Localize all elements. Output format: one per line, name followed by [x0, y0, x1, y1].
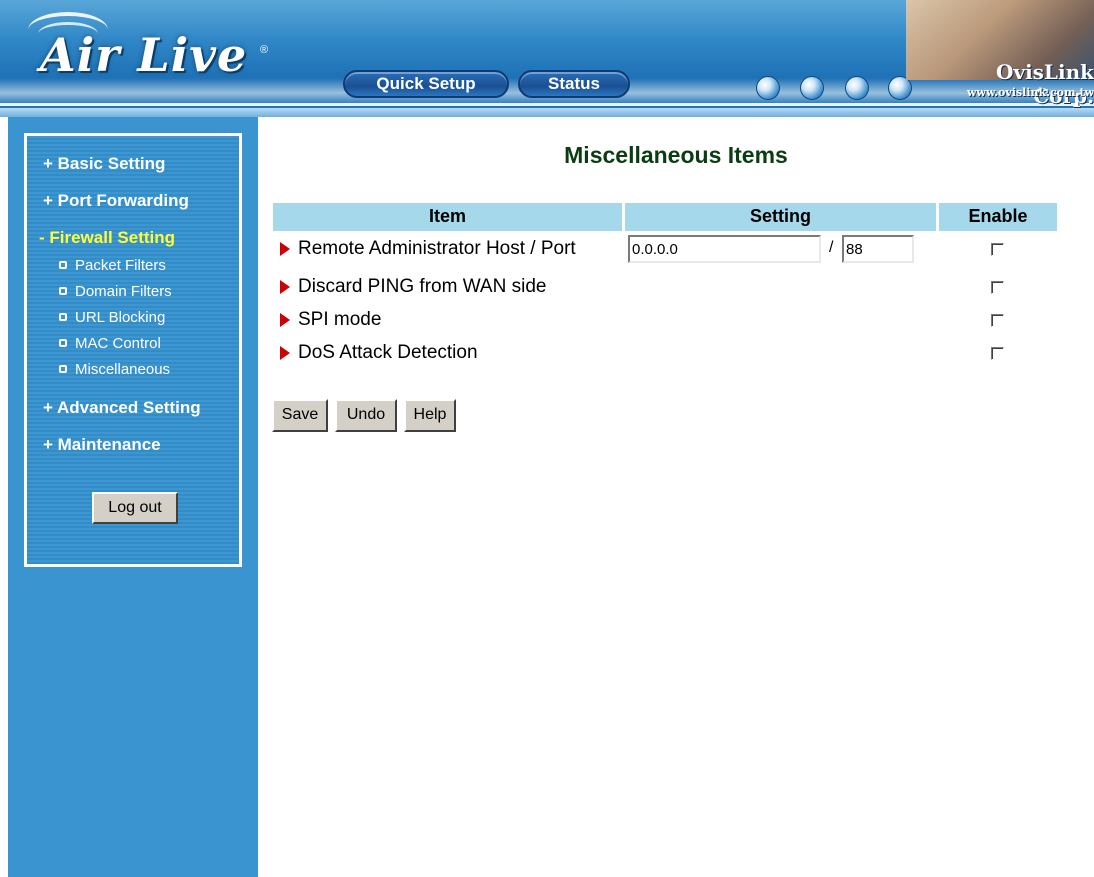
- bullet-icon: [59, 365, 67, 373]
- arrow-right-icon: [280, 242, 290, 256]
- help-button[interactable]: Help: [404, 399, 456, 432]
- table-row-spi-mode: SPI mode: [273, 306, 1057, 336]
- column-header-item: Item: [273, 203, 622, 231]
- bullet-icon: [59, 313, 67, 321]
- save-button[interactable]: Save: [272, 399, 328, 432]
- enable-discard-ping-checkbox[interactable]: [991, 281, 1004, 294]
- sidebar-subitem-label: MAC Control: [75, 335, 161, 352]
- sidebar-subitem-packet-filters[interactable]: Packet Filters: [59, 257, 166, 274]
- enable-remote-admin-checkbox[interactable]: [991, 243, 1004, 256]
- header-divider: [0, 108, 1094, 117]
- sidebar-item-firewall-setting[interactable]: - Firewall Setting: [39, 228, 175, 248]
- row-label: Discard PING from WAN side: [298, 276, 547, 297]
- page-title: Miscellaneous Items: [564, 142, 788, 168]
- status-button[interactable]: Status: [518, 70, 630, 98]
- bullet-icon: [59, 339, 67, 347]
- row-label: DoS Attack Detection: [298, 342, 478, 363]
- bullet-icon: [59, 261, 67, 269]
- sidebar-subitem-domain-filters[interactable]: Domain Filters: [59, 283, 172, 300]
- brand-url: www.ovislink.com.tw: [966, 86, 1094, 99]
- logo-registered-mark: ®: [260, 44, 269, 56]
- column-header-setting: Setting: [625, 203, 936, 231]
- sidebar-subitem-label: URL Blocking: [75, 309, 166, 326]
- undo-button[interactable]: Undo: [335, 399, 397, 432]
- bullet-icon: [59, 287, 67, 295]
- sidebar-item-maintenance[interactable]: + Maintenance: [43, 435, 161, 455]
- sidebar-subitem-label: Domain Filters: [75, 283, 172, 300]
- sidebar-subitem-miscellaneous[interactable]: Miscellaneous: [59, 361, 170, 378]
- sidebar-subitem-label: Miscellaneous: [75, 361, 171, 378]
- table-row-remote-admin: Remote Administrator Host / Port /: [273, 235, 1057, 265]
- quick-setup-button[interactable]: Quick Setup: [343, 70, 509, 98]
- sidebar-subitem-label: Packet Filters: [75, 257, 166, 274]
- sidebar-subitem-mac-control[interactable]: MAC Control: [59, 335, 161, 352]
- sidebar-item-port-forwarding[interactable]: + Port Forwarding: [43, 191, 189, 211]
- enable-dos-detection-checkbox[interactable]: [991, 347, 1004, 360]
- header-banner: Air Live ® Quick Setup Status OvisLink C…: [0, 0, 1094, 117]
- sidebar-menu-panel: + Basic Setting + Port Forwarding - Fire…: [24, 133, 242, 567]
- airlive-logo: Air Live: [40, 28, 248, 82]
- logout-button[interactable]: Log out: [92, 492, 178, 524]
- sidebar: + Basic Setting + Port Forwarding - Fire…: [8, 117, 258, 877]
- row-label: SPI mode: [298, 309, 382, 330]
- remote-port-input[interactable]: [842, 235, 914, 263]
- arrow-right-icon: [280, 313, 290, 327]
- globe-icon: [756, 76, 780, 100]
- table-row-dos-detection: DoS Attack Detection: [273, 339, 1057, 369]
- arrow-right-icon: [280, 280, 290, 294]
- column-header-enable: Enable: [939, 203, 1057, 231]
- arrow-right-icon: [280, 346, 290, 360]
- row-label: Remote Administrator Host / Port: [298, 238, 576, 259]
- table-row-discard-ping: Discard PING from WAN side: [273, 273, 1057, 303]
- sidebar-subitem-url-blocking[interactable]: URL Blocking: [59, 309, 165, 326]
- enable-spi-mode-checkbox[interactable]: [991, 314, 1004, 327]
- globe-icon: [800, 76, 824, 100]
- brand-name: OvisLink Corp.: [996, 60, 1094, 108]
- globe-icon: [845, 76, 869, 100]
- remote-host-input[interactable]: [628, 235, 821, 263]
- sidebar-item-advanced-setting[interactable]: + Advanced Setting: [43, 398, 201, 418]
- sidebar-item-basic-setting[interactable]: + Basic Setting: [43, 154, 165, 174]
- host-port-separator: /: [829, 239, 834, 256]
